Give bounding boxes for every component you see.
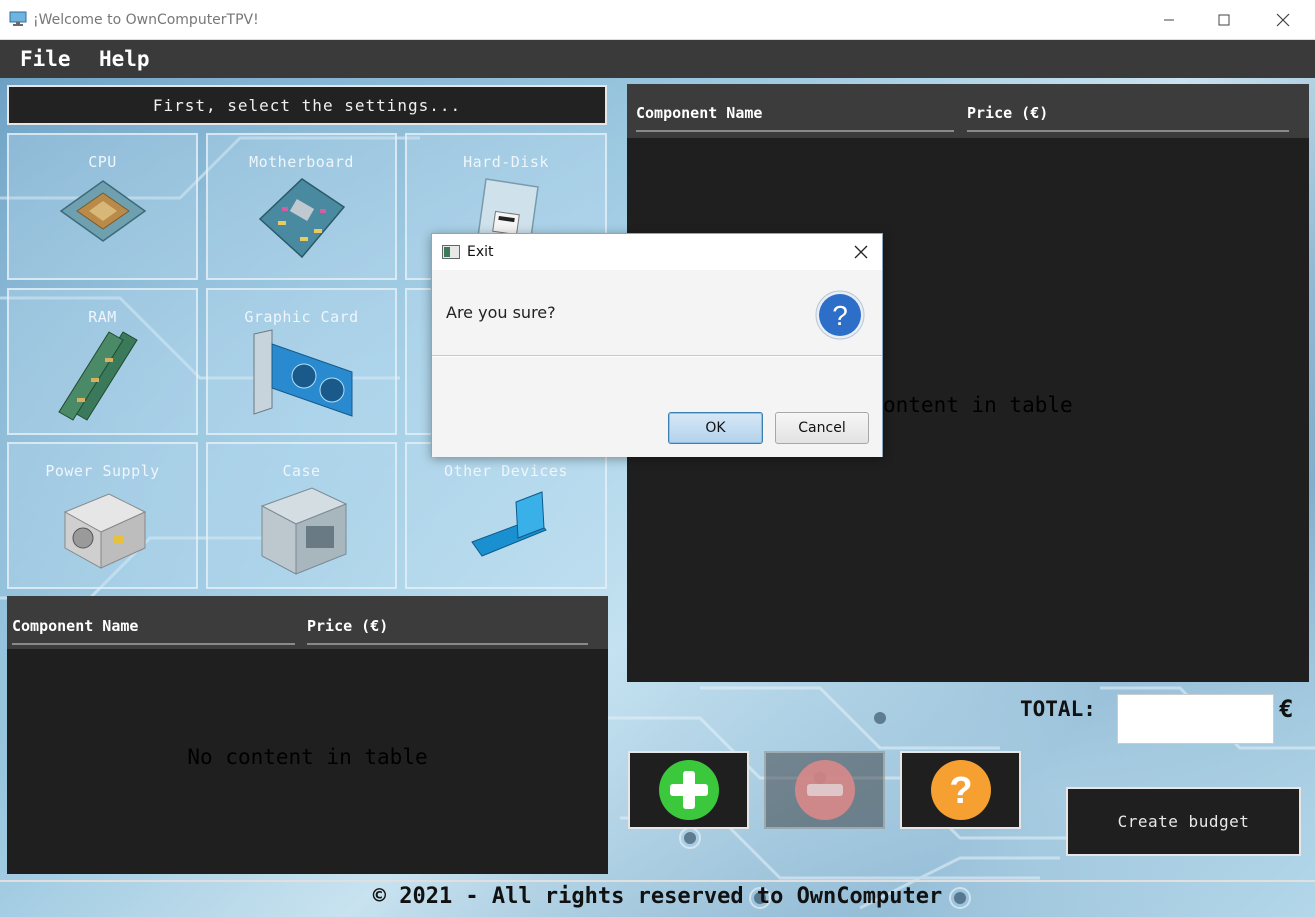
footer-divider xyxy=(0,880,1315,882)
menu-bar: File Help xyxy=(0,40,1315,78)
other-devices-icon xyxy=(471,491,547,557)
question-icon: ? xyxy=(930,760,991,820)
minimize-icon xyxy=(1164,19,1174,21)
plus-icon xyxy=(658,760,719,820)
motherboard-icon xyxy=(258,178,345,259)
svg-text:?: ? xyxy=(949,770,972,812)
menu-file[interactable]: File xyxy=(20,47,71,71)
close-icon xyxy=(1276,13,1290,27)
settings-header: First, select the settings... xyxy=(7,85,607,125)
add-component-button[interactable] xyxy=(628,751,749,829)
dialog-footer: OK Cancel xyxy=(432,357,882,457)
question-icon: ? xyxy=(815,290,865,340)
dialog-body: Are you sure? ? xyxy=(432,270,882,356)
tile-cpu[interactable]: CPU xyxy=(7,133,198,280)
help-button[interactable]: ? xyxy=(900,751,1021,829)
column-header-price[interactable]: Price (€) xyxy=(967,104,1289,132)
tile-power-supply[interactable]: Power Supply xyxy=(7,442,198,589)
monitor-icon xyxy=(9,11,27,26)
tile-graphic-card[interactable]: Graphic Card xyxy=(206,288,397,435)
create-budget-button[interactable]: Create budget xyxy=(1066,787,1301,856)
tile-label: CPU xyxy=(88,153,117,171)
total-label: TOTAL: xyxy=(1020,697,1096,721)
tile-other-devices[interactable]: Other Devices xyxy=(405,442,607,589)
dialog-close-button[interactable] xyxy=(846,239,876,265)
total-field[interactable] xyxy=(1117,694,1274,744)
window-titlebar: ¡Welcome to OwnComputerTPV! xyxy=(0,0,1315,40)
tile-label: Graphic Card xyxy=(244,308,359,326)
table-empty-message: ontent in table xyxy=(883,393,1073,417)
power-supply-icon xyxy=(63,493,146,569)
ram-icon xyxy=(57,331,138,421)
cpu-icon xyxy=(59,180,146,242)
column-header-price[interactable]: Price (€) xyxy=(307,617,588,645)
dialog-titlebar: Exit xyxy=(432,234,882,270)
menu-help[interactable]: Help xyxy=(99,47,150,71)
footer-copyright: © 2021 - All rights reserved to OwnCompu… xyxy=(372,884,943,909)
tile-label: Motherboard xyxy=(249,153,354,171)
graphic-card-icon xyxy=(253,329,352,417)
close-window-button[interactable] xyxy=(1260,0,1306,40)
table-header: Component Name Price (€) xyxy=(627,84,1309,138)
window-icon xyxy=(442,245,460,259)
column-header-component-name[interactable]: Component Name xyxy=(12,617,295,645)
tile-label: Case xyxy=(282,462,321,480)
tile-case[interactable]: Case xyxy=(206,442,397,589)
tile-label: RAM xyxy=(88,308,117,326)
svg-text:?: ? xyxy=(832,300,848,331)
exit-dialog: Exit Are you sure? ? OK Cancel xyxy=(431,233,883,457)
selected-components-table[interactable]: Component Name Price (€) No content in t… xyxy=(7,596,608,874)
maximize-icon xyxy=(1218,14,1230,26)
tile-label: Hard-Disk xyxy=(463,153,549,171)
tile-motherboard[interactable]: Motherboard xyxy=(206,133,397,280)
window-title: ¡Welcome to OwnComputerTPV! xyxy=(33,12,259,28)
table-header: Component Name Price (€) xyxy=(7,596,608,649)
dialog-message: Are you sure? xyxy=(446,303,556,322)
tile-label: Other Devices xyxy=(444,462,568,480)
currency-symbol: € xyxy=(1279,695,1294,723)
minus-icon xyxy=(794,760,855,820)
case-icon xyxy=(260,487,347,575)
cancel-button[interactable]: Cancel xyxy=(775,412,869,444)
table-empty-message: No content in table xyxy=(187,745,428,769)
maximize-button[interactable] xyxy=(1201,0,1247,40)
tile-ram[interactable]: RAM xyxy=(7,288,198,435)
close-icon xyxy=(854,245,868,259)
minimize-button[interactable] xyxy=(1146,0,1192,40)
ok-button[interactable]: OK xyxy=(668,412,763,444)
tile-label: Power Supply xyxy=(45,462,160,480)
column-header-component-name[interactable]: Component Name xyxy=(636,104,954,132)
dialog-title: Exit xyxy=(467,244,494,260)
remove-component-button[interactable] xyxy=(764,751,885,829)
